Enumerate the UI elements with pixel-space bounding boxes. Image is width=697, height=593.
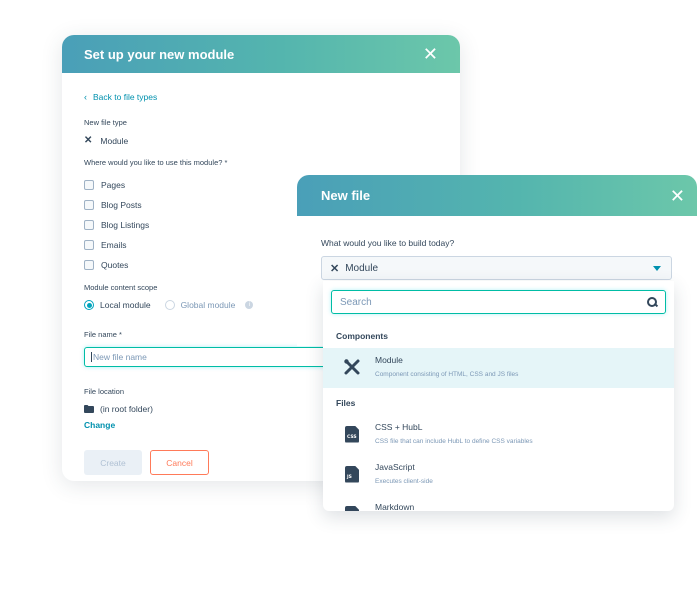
checkbox-box[interactable]	[84, 240, 94, 250]
chevron-left-icon: ‹	[84, 92, 87, 102]
search-icon[interactable]	[647, 297, 657, 307]
option-javascript[interactable]: JS JavaScript Executes client-side	[323, 455, 674, 495]
option-css-hubl[interactable]: CSS CSS + HubL CSS file that can include…	[323, 415, 674, 455]
checkbox-label: Emails	[101, 240, 127, 250]
close-icon[interactable]: ✕	[670, 187, 685, 205]
file-name-placeholder: New file name	[93, 352, 147, 362]
back-to-file-types-link[interactable]: ‹ Back to file types	[84, 92, 438, 102]
option-description: Executes client-side	[375, 478, 433, 485]
css-file-icon: CSS	[343, 425, 361, 443]
markdown-file-icon: MD	[343, 505, 361, 511]
search-input[interactable]: Search	[331, 290, 666, 314]
radio-local-label: Local module	[100, 300, 151, 310]
option-description: Component consisting of HTML, CSS and JS…	[375, 371, 519, 378]
close-icon[interactable]: ✕	[423, 45, 438, 63]
checkbox-box[interactable]	[84, 200, 94, 210]
caret-down-icon	[653, 266, 661, 271]
file-type-select[interactable]: ✕ Module	[321, 256, 672, 280]
use-question-label: Where would you like to use this module?…	[84, 158, 228, 167]
checkbox-label: Pages	[101, 180, 126, 190]
radio-global-label: Global module	[180, 300, 236, 310]
cancel-button[interactable]: Cancel	[150, 450, 209, 475]
option-title: Module	[375, 355, 403, 365]
module-icon: ✕	[330, 262, 340, 275]
checkbox-label: Blog Listings	[101, 220, 150, 230]
option-description: CSS file that can include HubL to define…	[375, 438, 533, 445]
option-title: JavaScript	[375, 462, 415, 472]
dialog-header: Set up your new module ✕	[62, 35, 460, 73]
checkbox-box[interactable]	[84, 180, 94, 190]
module-icon: ✕	[84, 135, 93, 146]
checkbox-box[interactable]	[84, 220, 94, 230]
option-title: CSS + HubL	[375, 422, 423, 432]
new-file-header: New file ✕	[297, 175, 697, 216]
selected-value: Module	[345, 262, 379, 274]
new-file-type-label: New file type	[84, 118, 127, 127]
search-placeholder: Search	[340, 296, 372, 308]
radio-local-module[interactable]	[84, 300, 94, 310]
checkbox-label: Blog Posts	[101, 200, 142, 210]
file-type-dropdown: Search Components Module Component consi…	[323, 281, 674, 511]
option-title: Markdown	[375, 502, 415, 511]
file-type-text: Module	[100, 135, 129, 146]
tools-icon	[343, 358, 361, 376]
checkbox-label: Quotes	[101, 260, 129, 270]
create-button[interactable]: Create	[84, 450, 142, 475]
info-icon[interactable]: i	[245, 301, 254, 309]
dialog-title: Set up your new module	[84, 46, 235, 62]
text-cursor	[91, 352, 92, 362]
group-files-heading: Files	[336, 398, 356, 408]
new-file-title: New file	[321, 188, 371, 203]
js-file-icon: JS	[343, 465, 361, 483]
option-module[interactable]: Module Component consisting of HTML, CSS…	[323, 348, 674, 388]
build-question: What would you like to build today?	[321, 238, 455, 248]
folder-icon	[84, 405, 94, 413]
file-location-text: (in root folder)	[100, 404, 153, 414]
file-type-value: ✕ Module	[84, 135, 438, 146]
radio-global-module[interactable]	[164, 300, 175, 310]
group-components-heading: Components	[336, 331, 388, 341]
checkbox-box[interactable]	[84, 260, 94, 270]
back-link-label: Back to file types	[93, 92, 158, 102]
option-markdown[interactable]: MD Markdown	[323, 495, 674, 511]
